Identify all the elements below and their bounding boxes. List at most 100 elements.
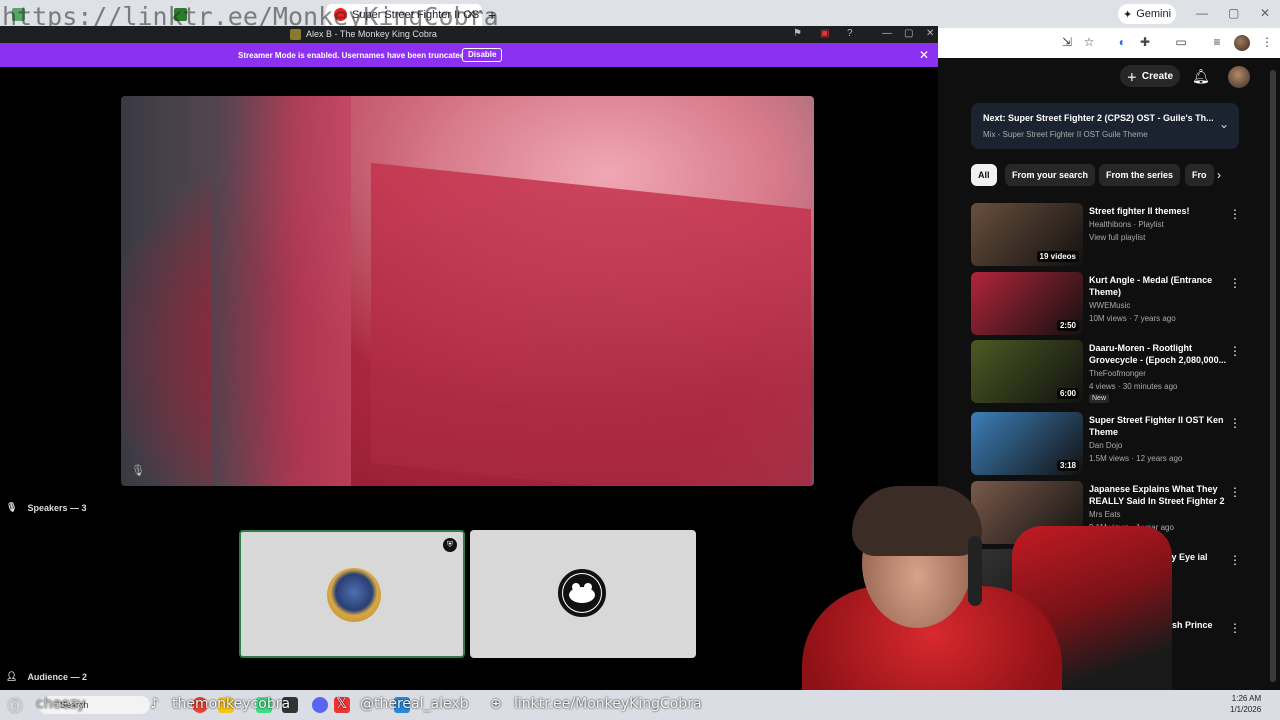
speaker-tile[interactable] bbox=[470, 530, 696, 658]
notifications-bell-icon[interactable]: 🔔︎ bbox=[1192, 68, 1210, 85]
chip-from-your-search[interactable]: From your search bbox=[1005, 164, 1096, 186]
new-tab-button[interactable]: + bbox=[484, 4, 504, 26]
avatar bbox=[558, 569, 606, 617]
list-item[interactable]: 2:50 Kurt Angle - Medal (Entrance Theme) W… bbox=[971, 272, 1271, 338]
discord-icon[interactable] bbox=[312, 697, 328, 713]
close-window-icon[interactable]: ✕ bbox=[1260, 6, 1270, 20]
bookmark-star-icon[interactable]: ☆ bbox=[1082, 35, 1096, 49]
taskbar-clock[interactable]: 1:26 AM 1/1/2026 bbox=[1230, 693, 1261, 715]
video-thumbnail[interactable]: 6:00 bbox=[971, 340, 1083, 403]
close-icon[interactable]: ✕ bbox=[926, 28, 934, 39]
browser-tab-active[interactable]: Super Street Fighter II OST Guil ✕ bbox=[326, 4, 482, 26]
more-options-icon[interactable]: ⋮ bbox=[1229, 621, 1241, 635]
muted-mic-icon: 🎙︎ bbox=[131, 465, 145, 477]
more-options-icon[interactable]: ⋮ bbox=[1229, 207, 1241, 221]
browser-toolbar: ⇲ ☆ ◖ ✚ ▭ ≡ ⋮ bbox=[938, 28, 1280, 58]
video-title[interactable]: Daaru-Moren - Rootlight Grovecycle - (Ep… bbox=[1089, 342, 1227, 366]
speakers-section-header: 🎙︎ Speakers — 3 bbox=[6, 502, 86, 513]
create-button[interactable]: ＋ Create bbox=[1120, 65, 1180, 87]
chip-more[interactable]: Fro bbox=[1185, 164, 1214, 186]
video-thumbnail[interactable]: 19 videos bbox=[971, 203, 1083, 266]
video-thumbnail[interactable]: 3:18 bbox=[971, 412, 1083, 475]
avatar[interactable] bbox=[1228, 66, 1250, 88]
more-options-icon[interactable]: ⋮ bbox=[1229, 485, 1241, 499]
more-options-icon[interactable]: ⋮ bbox=[1229, 416, 1241, 430]
video-channel[interactable]: WWEMusic bbox=[1089, 301, 1130, 310]
clock-date: 1/1/2026 bbox=[1230, 705, 1262, 714]
close-banner-icon[interactable]: ✕ bbox=[919, 48, 929, 62]
sparkle-icon: ✦ bbox=[1122, 8, 1133, 21]
list-item[interactable]: 19 videos Street fighter II themes! Health… bbox=[971, 203, 1271, 269]
gemini-label: Gemini bbox=[1136, 8, 1172, 20]
help-icon[interactable]: ? bbox=[847, 28, 853, 39]
up-next-panel[interactable]: Next: Super Street Fighter 2 (CPS2) OST … bbox=[971, 103, 1239, 149]
profile-avatar[interactable] bbox=[1234, 35, 1250, 51]
webcam-overlay bbox=[792, 486, 1192, 720]
video-duration: 2:50 bbox=[1056, 320, 1079, 331]
menu-kebab-icon[interactable]: ⋮ bbox=[1260, 35, 1274, 49]
tiktok-icon: ♪ bbox=[150, 696, 159, 712]
chevron-down-icon[interactable]: ⌄ bbox=[1219, 117, 1229, 131]
video-channel[interactable]: Healthibons · Playlist bbox=[1089, 220, 1164, 229]
globe-icon: ⊕ bbox=[490, 696, 502, 712]
streamer-mode-banner: Streamer Mode is enabled. Usernames have… bbox=[0, 43, 938, 67]
video-content bbox=[211, 96, 351, 486]
maximize-icon[interactable]: ▢ bbox=[1228, 6, 1239, 20]
minimize-icon[interactable]: — bbox=[1196, 6, 1208, 20]
chip-from-the-series[interactable]: From the series bbox=[1099, 164, 1181, 186]
extension-audio-icon[interactable]: ◖ bbox=[1114, 35, 1128, 49]
maximize-icon[interactable]: ▢ bbox=[904, 28, 913, 39]
video-channel[interactable]: TheFoofmonger bbox=[1089, 369, 1146, 378]
minimize-icon[interactable]: — bbox=[882, 28, 892, 39]
media-controls-icon[interactable]: ≡ bbox=[1210, 35, 1224, 49]
new-badge: New bbox=[1089, 394, 1110, 403]
browser-tab[interactable] bbox=[4, 4, 162, 26]
camera-video-stream[interactable]: 🎙︎ bbox=[121, 96, 814, 486]
flag-icon[interactable]: ⚑ bbox=[793, 28, 802, 39]
disable-button[interactable]: Disable bbox=[462, 48, 503, 62]
tab-favicon-icon bbox=[12, 8, 25, 21]
more-options-icon[interactable]: ⋮ bbox=[1229, 344, 1241, 358]
chevron-right-icon[interactable]: › bbox=[1217, 168, 1221, 182]
up-next-subtitle: Mix - Super Street Fighter II OST Guile … bbox=[983, 130, 1148, 139]
close-tab-icon[interactable]: ✕ bbox=[466, 7, 476, 21]
cast-icon[interactable]: ▭ bbox=[1174, 35, 1188, 49]
more-options-icon[interactable]: ⋮ bbox=[1229, 553, 1241, 567]
chip-all[interactable]: All bbox=[971, 164, 997, 186]
video-meta: 4 views · 30 minutes ago bbox=[1089, 382, 1178, 391]
video-duration: 3:18 bbox=[1056, 460, 1079, 471]
overlay-link: linktr.ee/MonkeyKingCobra bbox=[514, 696, 702, 712]
speakers-label: Speakers — 3 bbox=[27, 502, 87, 513]
discord-title-bar: Alex B - The Monkey King Cobra ⚑ ▣ ? — ▢… bbox=[0, 26, 938, 43]
tab-favicon-icon bbox=[174, 8, 187, 21]
window-title: Alex B - The Monkey King Cobra bbox=[306, 29, 437, 39]
x-icon: 𝕏 bbox=[336, 696, 348, 712]
create-label: Create bbox=[1141, 70, 1174, 82]
gemini-button[interactable]: ✦ Gemini bbox=[1118, 4, 1176, 24]
list-item[interactable]: 6:00 Daaru-Moren - Rootlight Grovecycle -… bbox=[971, 340, 1271, 406]
people-icon: 👤︎ bbox=[6, 671, 18, 681]
video-duration: 6:00 bbox=[1056, 388, 1079, 399]
video-thumbnail[interactable]: 2:50 bbox=[971, 272, 1083, 335]
webcam-content bbox=[852, 486, 982, 556]
browser-tab[interactable] bbox=[166, 4, 324, 26]
overlay-handle: themonkeycobra bbox=[172, 696, 291, 712]
video-title[interactable]: Super Street Fighter II OST Ken Theme bbox=[1089, 414, 1227, 438]
video-meta: 10M views · 7 years ago bbox=[1089, 314, 1176, 323]
screen-share-icon[interactable]: ▣ bbox=[820, 28, 829, 39]
speaker-tile[interactable]: ⛨ bbox=[239, 530, 465, 658]
avatar bbox=[327, 568, 381, 622]
video-meta: View full playlist bbox=[1089, 233, 1146, 242]
video-title[interactable]: Street fighter II themes! bbox=[1089, 205, 1227, 217]
video-title[interactable]: Kurt Angle - Medal (Entrance Theme) bbox=[1089, 274, 1227, 298]
video-meta: 1.5M views · 12 years ago bbox=[1089, 454, 1183, 463]
server-icon bbox=[290, 29, 301, 40]
install-app-icon[interactable]: ⇲ bbox=[1060, 35, 1074, 49]
plus-icon: ＋ bbox=[1126, 72, 1137, 84]
more-options-icon[interactable]: ⋮ bbox=[1229, 276, 1241, 290]
video-channel[interactable]: Dan Dojo bbox=[1089, 441, 1122, 450]
extensions-puzzle-icon[interactable]: ✚ bbox=[1138, 35, 1152, 49]
video-content bbox=[371, 162, 811, 486]
audience-section-header: 👤︎ Audience — 2 bbox=[6, 671, 87, 682]
list-item[interactable]: 3:18 Super Street Fighter II OST Ken Them… bbox=[971, 412, 1271, 478]
